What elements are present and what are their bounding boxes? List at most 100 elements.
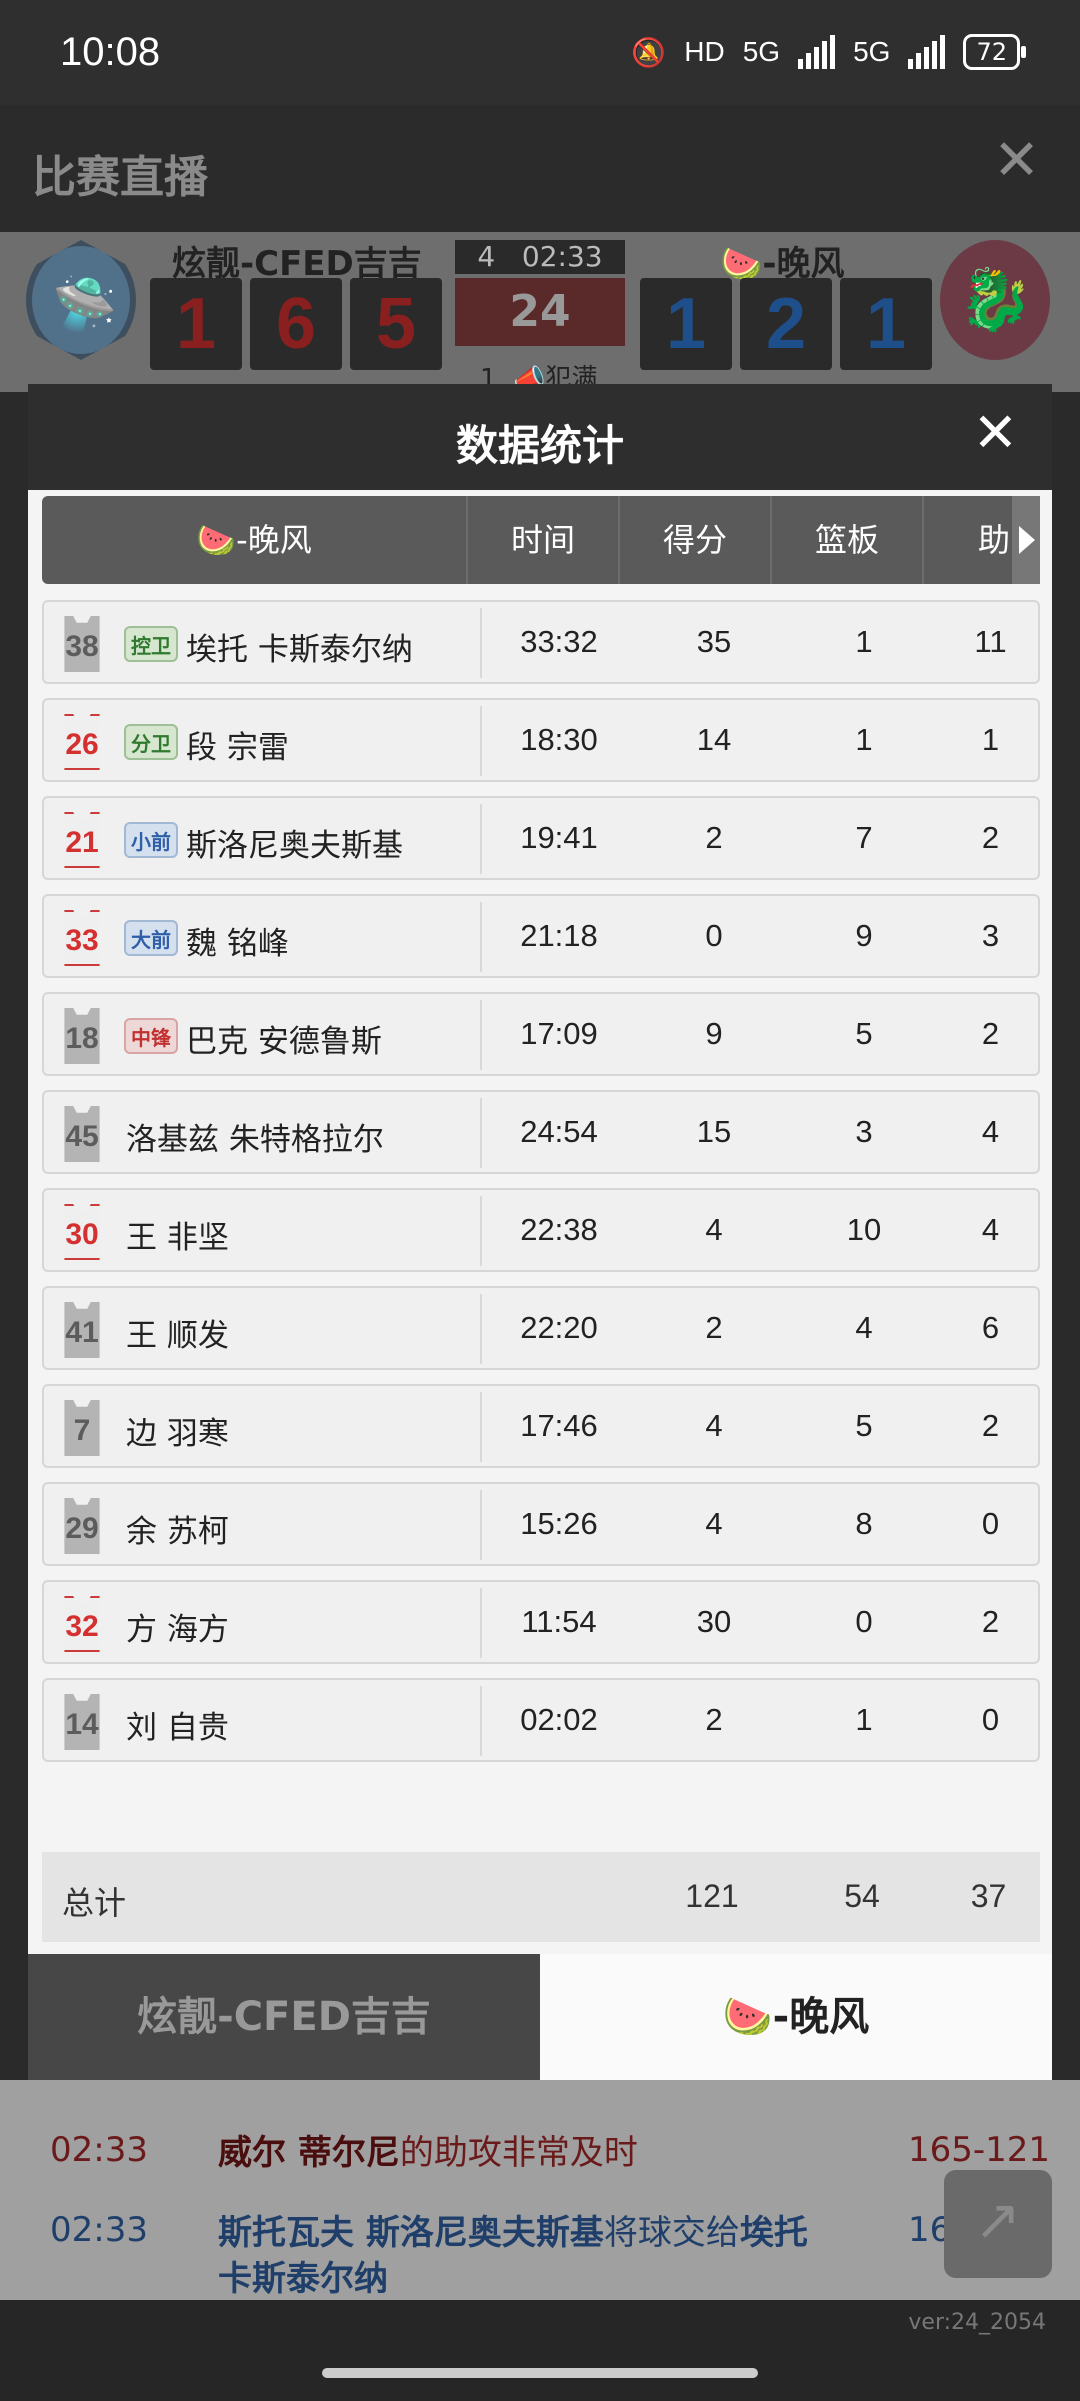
player-name: 刘 自贵: [126, 1710, 229, 1746]
close-icon[interactable]: ✕: [973, 406, 1018, 460]
player-rebounds: 5: [855, 1408, 873, 1443]
stats-rows: 38 控卫 埃托 卡斯泰尔纳 33:32 35 1 11 26 分卫段 宗雷 18:30 14 1 1 2…: [42, 600, 1040, 1776]
play-description: 将球交给: [603, 2213, 740, 2253]
divider: [480, 706, 482, 776]
player-assists: 2: [981, 1604, 1000, 1639]
column-header-rebounds[interactable]: 篮板: [772, 496, 922, 584]
player-name: 余 苏柯: [126, 1514, 229, 1550]
tab-away-team[interactable]: 🍉-晚风: [540, 1954, 1052, 2080]
play-player: 斯托瓦夫 斯洛尼奥夫斯基: [218, 2213, 604, 2253]
player-name: 方 海方: [126, 1612, 229, 1648]
position-badge: 大前: [124, 920, 178, 956]
away-team-logo: [940, 240, 1050, 360]
status-time: 10:08: [60, 30, 161, 74]
jersey-icon: 7: [60, 1400, 104, 1456]
player-time: 17:46: [520, 1408, 598, 1443]
team-column-header: 🍉-晚风: [196, 521, 312, 559]
divider: [480, 608, 482, 678]
player-time: 22:38: [520, 1212, 598, 1247]
player-row[interactable]: 7 边 羽寒 17:46 4 5 2: [42, 1384, 1040, 1468]
player-time: 15:26: [520, 1506, 598, 1541]
player-name: 王 顺发: [126, 1318, 229, 1354]
player-time: 11:54: [521, 1604, 597, 1639]
jersey-icon: 21: [60, 812, 104, 868]
player-points: 14: [696, 722, 732, 757]
player-rebounds: 0: [855, 1604, 873, 1639]
player-points: 35: [696, 624, 732, 659]
player-points: 0: [705, 918, 723, 953]
app-header: 比赛直播 ✕: [0, 105, 1080, 232]
trend-chart-button[interactable]: [944, 2170, 1052, 2278]
player-row[interactable]: 45 洛基兹 朱特格拉尔 24:54 15 3 4: [42, 1090, 1040, 1174]
jersey-number: 41: [65, 1316, 99, 1349]
player-row[interactable]: 32 方 海方 11:54 30 0 2: [42, 1580, 1040, 1664]
position-badge: 控卫: [124, 626, 178, 662]
player-assists: 2: [981, 1016, 1000, 1051]
player-row[interactable]: 18 中锋 巴克 安德鲁斯 17:09 9 5 2: [42, 992, 1040, 1076]
column-header-points[interactable]: 得分: [620, 496, 770, 584]
player-rebounds: 1: [855, 624, 873, 659]
jersey-icon: 18: [60, 1008, 104, 1064]
score-digit: 1: [150, 278, 242, 370]
scroll-right-icon[interactable]: [1012, 496, 1040, 584]
player-points: 2: [705, 1702, 723, 1737]
player-row[interactable]: 14 刘 自贵 02:02 2 1 0: [42, 1678, 1040, 1762]
player-name: 段 宗雷: [186, 730, 289, 766]
total-points: 121: [685, 1878, 739, 1914]
column-header-assists[interactable]: 助: [924, 496, 1014, 584]
player-row[interactable]: 29 余 苏柯 15:26 4 8 0: [42, 1482, 1040, 1566]
divider: [480, 1392, 482, 1462]
player-name: 埃托 卡斯泰尔纳: [186, 632, 413, 668]
player-rebounds: 1: [855, 1702, 873, 1737]
player-rebounds: 7: [855, 820, 873, 855]
jersey-number: 32: [65, 1610, 99, 1643]
jersey-number: 26: [65, 728, 99, 761]
totals-row: 总计 121 54 37: [42, 1852, 1040, 1942]
player-row[interactable]: 30 王 非坚 22:38 4 10 4: [42, 1188, 1040, 1272]
player-points: 4: [705, 1212, 723, 1247]
player-row[interactable]: 26 分卫段 宗雷 18:30 14 1 1: [42, 698, 1040, 782]
player-points: 30: [696, 1604, 732, 1639]
hd-icon: HD: [684, 36, 725, 67]
team-tabs: 炫靓-CFED吉吉 🍉-晚风: [28, 1954, 1052, 2080]
close-icon[interactable]: ✕: [993, 133, 1040, 189]
jersey-icon: 26: [60, 714, 104, 770]
player-points: 15: [696, 1114, 732, 1149]
player-row[interactable]: 21 小前 斯洛尼奥夫斯基 19:41 2 7 2: [42, 796, 1040, 880]
network-type-1: 5G: [742, 36, 781, 67]
player-time: 24:54: [520, 1114, 598, 1149]
jersey-number: 14: [65, 1708, 99, 1741]
divider: [480, 1196, 482, 1266]
player-row[interactable]: 41 王 顺发 22:20 2 4 6: [42, 1286, 1040, 1370]
divider: [480, 1098, 482, 1168]
tab-home-team[interactable]: 炫靓-CFED吉吉: [28, 1954, 540, 2080]
modal-header: 数据统计 ✕: [28, 384, 1052, 490]
jersey-number: 45: [65, 1120, 99, 1153]
player-assists: 1: [981, 722, 1000, 757]
total-rebounds: 54: [844, 1878, 880, 1914]
player-name: 王 非坚: [126, 1220, 229, 1256]
player-time: 18:30: [520, 722, 598, 757]
play-text: 威尔 蒂尔尼的助攻非常及时: [218, 2130, 838, 2176]
player-name: 边 羽寒: [126, 1416, 229, 1452]
player-row[interactable]: 33 大前魏 铭峰 21:18 0 9 3: [42, 894, 1040, 978]
player-points: 9: [705, 1016, 723, 1051]
player-rebounds: 8: [855, 1506, 873, 1541]
player-assists: 0: [981, 1702, 1000, 1737]
player-row[interactable]: 38 控卫 埃托 卡斯泰尔纳 33:32 35 1 11: [42, 600, 1040, 684]
stats-table-header: 🍉-晚风 时间 得分 篮板 助: [42, 496, 1040, 584]
score-digit: 1: [840, 278, 932, 370]
column-header-time[interactable]: 时间: [468, 496, 618, 584]
position-badge: 中锋: [124, 1018, 178, 1054]
player-name: 巴克 安德鲁斯: [186, 1024, 382, 1060]
home-indicator[interactable]: [322, 2368, 758, 2378]
network-type-2: 5G: [853, 36, 891, 67]
divider: [480, 1294, 482, 1364]
player-assists: 3: [981, 918, 1000, 953]
divider: [480, 902, 482, 972]
divider: [480, 1686, 482, 1756]
scoreboard: 炫靓-CFED吉吉 1 6 5 4 02:33 24 1 📣犯满 🍉-晚风 1 …: [0, 232, 1080, 394]
player-assists: 2: [981, 820, 1000, 855]
player-points: 4: [705, 1506, 723, 1541]
player-name: 魏 铭峰: [186, 926, 289, 962]
